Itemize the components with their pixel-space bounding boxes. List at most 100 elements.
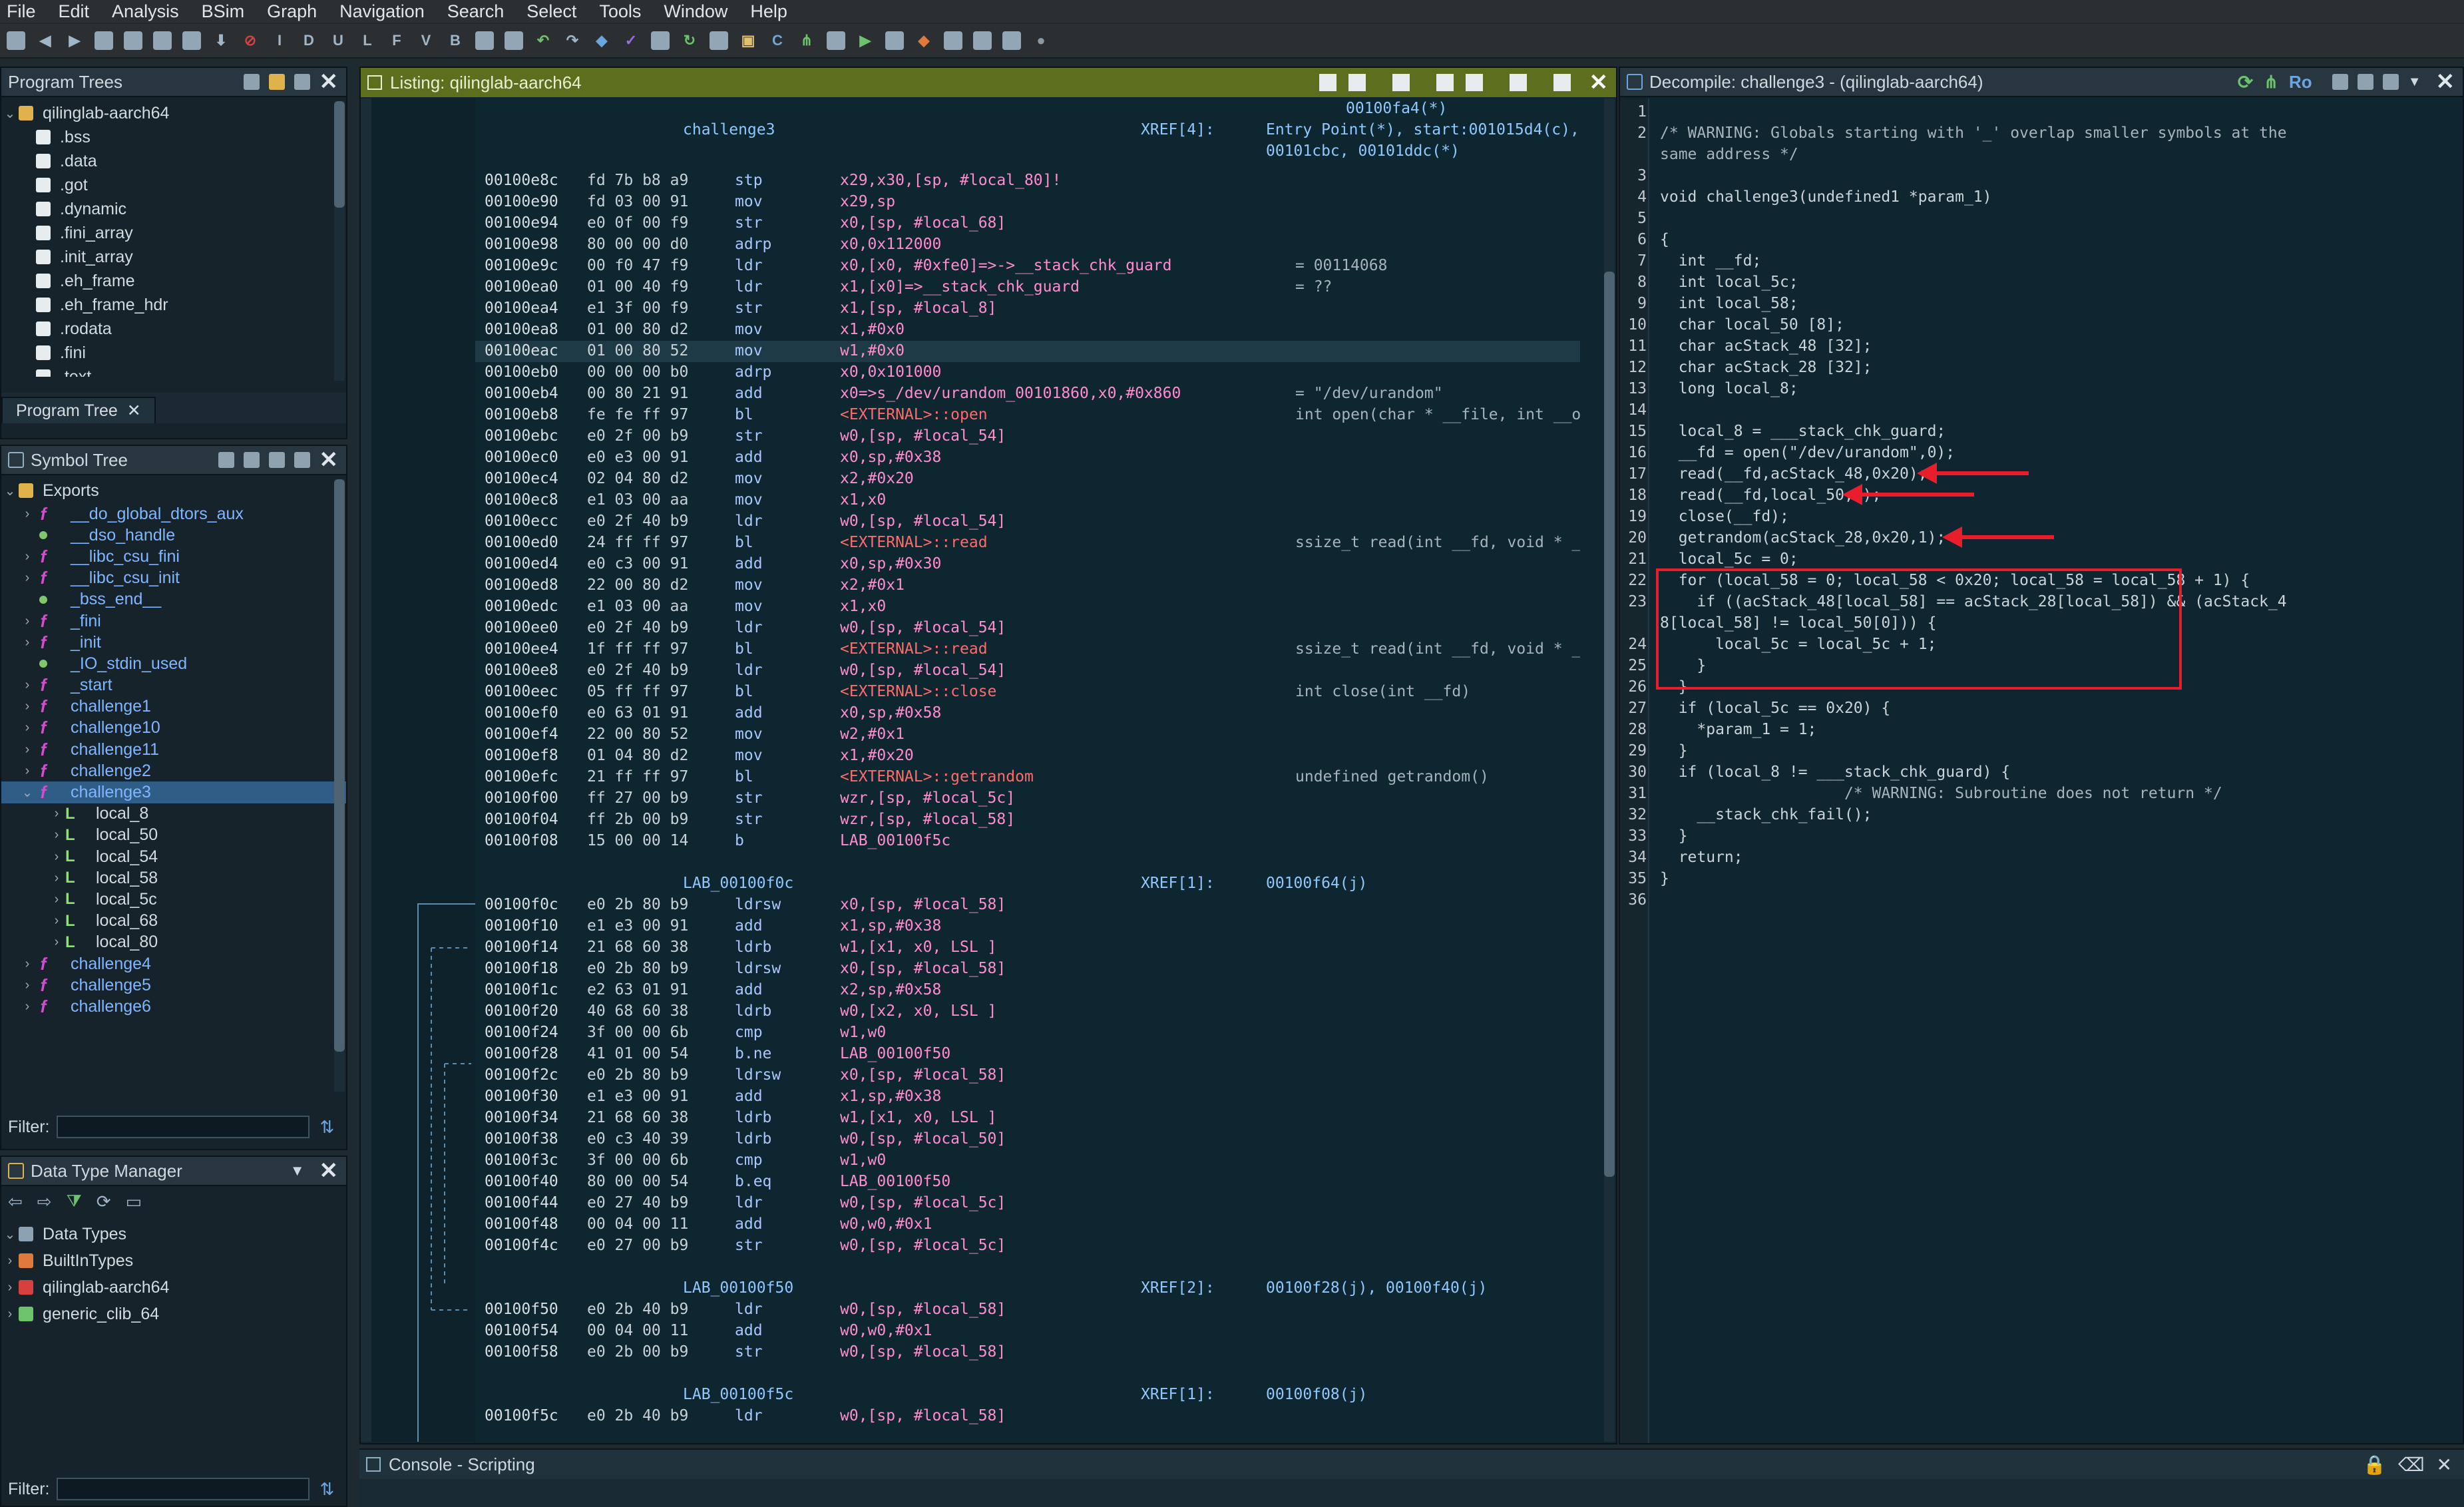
decompile-line[interactable]: 29 } xyxy=(1620,740,2463,761)
symbol-tree-item[interactable]: › f challenge11 xyxy=(1,739,346,760)
dtm-filter-input[interactable] xyxy=(56,1478,309,1500)
refresh-icon[interactable]: ⟳ xyxy=(97,1191,111,1212)
tree-action-icon-1[interactable] xyxy=(243,74,260,90)
nav-icon-1[interactable] xyxy=(95,31,113,50)
save-icon[interactable] xyxy=(7,31,25,50)
tool-icon-12[interactable] xyxy=(885,31,904,50)
filter-options-icon[interactable]: ⇅ xyxy=(320,1479,335,1500)
symbol-action-icon-4[interactable] xyxy=(294,452,310,468)
tool-icon-9[interactable]: C xyxy=(768,31,787,50)
instruction-row[interactable]: 00100f18 e0 2b 80 b9 ldrsw x0,[sp, #local_5… xyxy=(475,959,1580,980)
instruction-row[interactable]: 00100ebc e0 2f 00 b9 str w0,[sp, #local_54] xyxy=(475,426,1580,447)
decompile-line[interactable]: 4 void challenge3(undefined1 *param_1) xyxy=(1620,186,2463,208)
instruction-row[interactable]: 00100eb0 00 00 00 b0 adrp x0,0x101000 xyxy=(475,362,1580,383)
bytes-icon[interactable]: B xyxy=(446,31,465,50)
symbol-tree-item[interactable]: › Llocal_54 xyxy=(1,846,346,867)
decompile-line[interactable]: 32 __stack_chk_fail(); xyxy=(1620,804,2463,825)
tool-icon-7[interactable] xyxy=(710,31,728,50)
symbol-tree-item[interactable]: › f __libc_csu_init xyxy=(1,568,346,589)
xref-refs[interactable]: 00100f28(j), 00100f40(j) xyxy=(1266,1279,1487,1297)
lock-icon[interactable]: 🔒 xyxy=(2363,1454,2386,1476)
symbol-action-icon-1[interactable] xyxy=(218,452,234,468)
decompile-body[interactable]: 1 2/* WARNING: Globals starting with '_' … xyxy=(1620,99,2463,1443)
listing-body[interactable]: 00100fa4(*) challenge3 XREF[4]: Entry Point… xyxy=(475,99,1580,1442)
symbol-tree-item[interactable]: › f __libc_csu_fini xyxy=(1,546,346,567)
decompile-line[interactable]: 34 return; xyxy=(1620,847,2463,868)
instruction-row[interactable]: 00100f44 e0 27 40 b9 ldr w0,[sp, #local_5c] xyxy=(475,1193,1580,1214)
instruction-row[interactable]: 00100e8c fd 7b b8 a9 stp x29,x30,[sp, #loca… xyxy=(475,170,1580,192)
instruction-row[interactable]: 00100f2c e0 2b 80 b9 ldrsw x0,[sp, #local_5… xyxy=(475,1065,1580,1086)
symbol-action-icon-2[interactable] xyxy=(243,452,260,468)
instruction-row[interactable]: 00100e90 fd 03 00 91 mov x29,sp xyxy=(475,192,1580,213)
decompile-line[interactable]: 17 read(__fd,acStack_48,0x20); xyxy=(1620,463,2463,485)
xref-refs[interactable]: 00101cbc, 00101ddc(*) xyxy=(1266,142,1460,160)
instruction-row[interactable]: 00100ec0 e0 e3 00 91 add x0,sp,#0x38 xyxy=(475,447,1580,469)
field-edit-icon[interactable] xyxy=(1553,74,1571,91)
decompile-line[interactable]: 6{ xyxy=(1620,229,2463,250)
label[interactable]: LAB_00100f50 xyxy=(683,1279,793,1297)
menu-item-tools[interactable]: Tools xyxy=(599,1,641,22)
decompile-line[interactable]: 12 char acStack_28 [32]; xyxy=(1620,357,2463,378)
snapshot-icon[interactable] xyxy=(2382,74,2399,90)
program-tree-section[interactable]: .fini xyxy=(1,341,346,365)
graph-icon[interactable]: ⋔ xyxy=(2264,72,2278,93)
data-type-archive[interactable]: › qilinglab-aarch64 xyxy=(1,1274,346,1301)
decompile-line[interactable]: 30 if (local_8 != ___stack_chk_guard) { xyxy=(1620,761,2463,783)
instruction-row[interactable]: 00100f48 00 04 00 11 add w0,w0,#0x1 xyxy=(475,1214,1580,1235)
decompile-line[interactable]: 10 char local_50 [8]; xyxy=(1620,314,2463,335)
decompile-line[interactable]: 2 /* WARNING: Globals starting with '_' o… xyxy=(1620,122,2463,144)
instruction-row[interactable]: 00100f1c e2 63 01 91 add x2,sp,#0x58 xyxy=(475,980,1580,1001)
decompile-line[interactable]: 1 xyxy=(1620,101,2463,122)
decompile-line[interactable]: 7 int __fd; xyxy=(1620,250,2463,272)
instruction-row[interactable]: 00100efc 21 ff ff 97 bl <EXTERNAL>::getrand… xyxy=(475,767,1580,788)
instruction-row[interactable]: 00100ec4 02 04 80 d2 mov x2,#0x20 xyxy=(475,469,1580,490)
close-icon[interactable]: ✕ xyxy=(319,1158,339,1184)
filter-icon[interactable]: ⧩ xyxy=(67,1191,82,1212)
instruction-row[interactable]: 00100ed4 e0 c3 00 91 add x0,sp,#0x30 xyxy=(475,554,1580,575)
menu-item-window[interactable]: Window xyxy=(664,1,727,22)
decompile-line[interactable]: 36 xyxy=(1620,889,2463,911)
listing-scrollbar[interactable] xyxy=(1604,99,1615,1442)
decompile-line[interactable]: 27 if (local_5c == 0x20) { xyxy=(1620,698,2463,719)
decompile-line[interactable]: same address */ xyxy=(1620,144,2463,165)
instruction-row[interactable]: 00100ee0 e0 2f 40 b9 ldr w0,[sp, #local_54] xyxy=(475,618,1580,639)
back-icon[interactable]: ◀ xyxy=(36,31,55,50)
tab-program-tree[interactable]: Program Tree ✕ xyxy=(1,397,156,423)
nav-icon-2[interactable] xyxy=(124,31,142,50)
symbol-tree-item[interactable]: › f challenge4 xyxy=(1,953,346,974)
program-tree-section[interactable]: .dynamic xyxy=(1,197,346,221)
program-tree-section[interactable]: .text xyxy=(1,365,346,377)
instruction-row[interactable]: 00100f14 21 68 60 38 ldrb w1,[x1, x0, LSL ] xyxy=(475,937,1580,959)
tool-icon-16[interactable] xyxy=(1002,31,1021,50)
tool-icon-4[interactable]: ✓ xyxy=(622,31,640,50)
instruction-icon[interactable]: I xyxy=(270,31,289,50)
data-type-archive[interactable]: › BuiltInTypes xyxy=(1,1247,346,1274)
program-tree-section[interactable]: .fini_array xyxy=(1,221,346,245)
stop-icon[interactable]: ⊘ xyxy=(241,31,260,50)
instruction-row[interactable]: 00100ed8 22 00 80 d2 mov x2,#0x1 xyxy=(475,575,1580,596)
menu-item-edit[interactable]: Edit xyxy=(59,1,90,22)
readonly-icon[interactable]: Ro xyxy=(2289,72,2312,93)
tool-icon-13[interactable]: ◆ xyxy=(915,31,933,50)
decompile-line[interactable]: 18 read(__fd,local_50,1); xyxy=(1620,485,2463,506)
label[interactable]: LAB_00100f5c xyxy=(683,1386,793,1403)
tool-icon-10[interactable]: ⋔ xyxy=(797,31,816,50)
symbol-tree-item[interactable]: › Llocal_68 xyxy=(1,911,346,932)
decompile-line[interactable]: 33 } xyxy=(1620,825,2463,847)
data-types-root[interactable]: ⌄ Data Types xyxy=(1,1221,346,1247)
instruction-row[interactable]: 00100f58 e0 2b 00 b9 str w0,[sp, #local_58] xyxy=(475,1342,1580,1363)
decompile-line[interactable]: 31 /* WARNING: Subroutine does not retur… xyxy=(1620,783,2463,804)
tool-icon-2[interactable] xyxy=(505,31,523,50)
tool-icon-1[interactable] xyxy=(475,31,494,50)
data-type-archive[interactable]: › generic_clib_64 xyxy=(1,1301,346,1327)
down-arrow-icon[interactable]: ⬇ xyxy=(212,31,230,50)
program-tree-scrollbar[interactable] xyxy=(334,101,345,381)
menu-item-bsim[interactable]: BSim xyxy=(202,1,245,22)
dropdown-icon[interactable]: ▼ xyxy=(2408,75,2421,90)
symbol-tree-item[interactable]: › f challenge5 xyxy=(1,974,346,996)
instruction-row[interactable]: 00100edc e1 03 00 aa mov x1,x0 xyxy=(475,596,1580,618)
instruction-row[interactable]: 00100f54 00 04 00 11 add w0,w0,#0x1 xyxy=(475,1321,1580,1342)
instruction-row[interactable]: 00100ec8 e1 03 00 aa mov x1,x0 xyxy=(475,490,1580,511)
symbol-tree-item[interactable]: › f _start xyxy=(1,675,346,696)
close-icon[interactable]: ✕ xyxy=(319,447,339,473)
